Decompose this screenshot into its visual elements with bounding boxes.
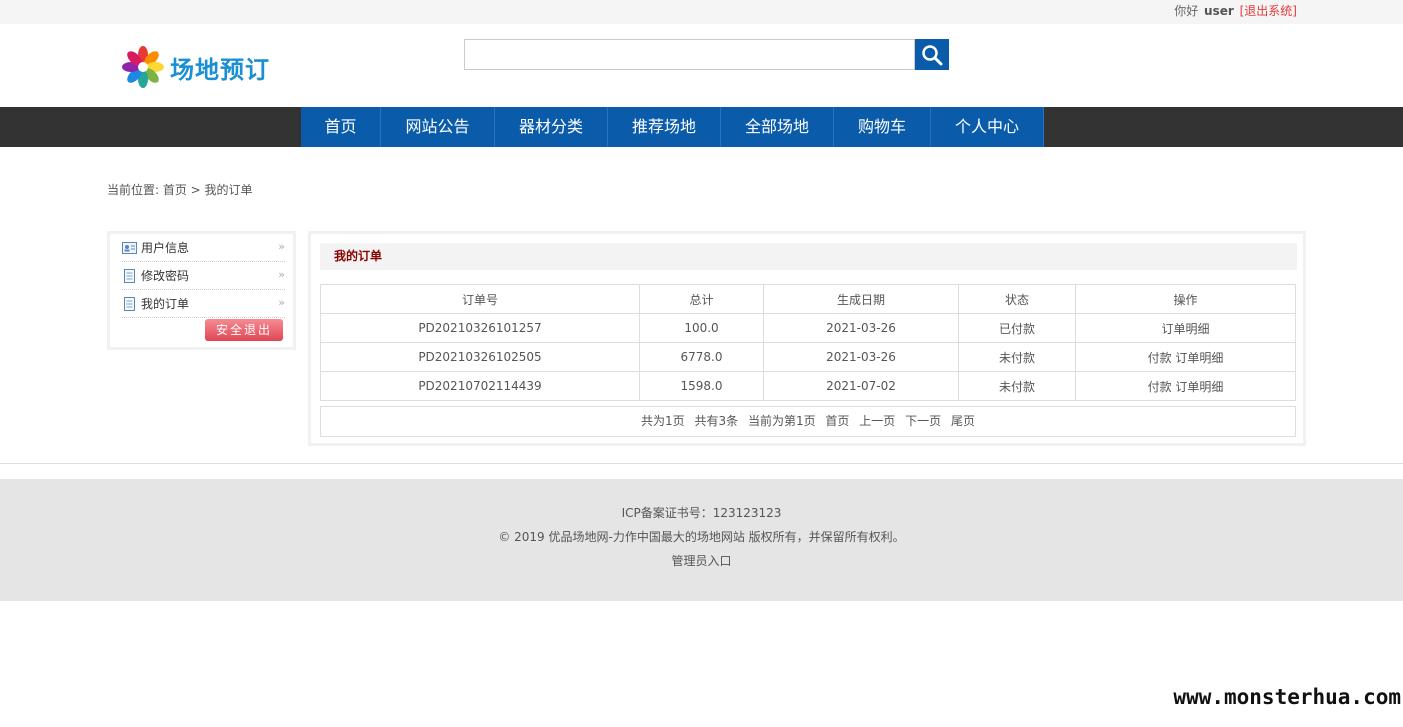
nav-home[interactable]: 首页 (301, 107, 381, 147)
logout-link[interactable]: [退出系统] (1240, 4, 1297, 18)
search-input[interactable] (464, 39, 915, 70)
nav-personal-center[interactable]: 个人中心 (931, 107, 1044, 147)
table-row: PD20210326102505 6778.0 2021-03-26 未付款 付… (320, 342, 1296, 372)
pay-link[interactable]: 付款 (1148, 380, 1172, 394)
order-status: 未付款 (958, 342, 1076, 372)
pager-current-page: 当前为第1页 (747, 414, 816, 428)
sidebar-item-user-info[interactable]: 用户信息 » (122, 234, 285, 262)
header: 场地预订 (0, 24, 1403, 107)
pager-total-items: 共有3条 (694, 414, 739, 428)
footer: ICP备案证书号：123123123 © 2019 优品场地网-力作中国最大的场… (0, 479, 1403, 601)
user-greeting: 你好 user [退出系统] (1174, 2, 1297, 19)
table-row: PD20210702114439 1598.0 2021-07-02 未付款 付… (320, 371, 1296, 401)
pagination: 共为1页 共有3条 当前为第1页 首页 上一页 下一页 尾页 (320, 406, 1296, 437)
admin-link[interactable]: 管理员入口 (671, 554, 731, 568)
pay-link[interactable]: 付款 (1148, 351, 1172, 365)
column-header: 状态 (958, 284, 1076, 314)
divider (0, 463, 1403, 464)
order-id: PD20210702114439 (320, 371, 640, 401)
sidebar-item-my-orders[interactable]: 我的订单 » (122, 290, 285, 318)
double-chevron-right-icon: » (278, 240, 285, 253)
pager-total-pages: 共为1页 (641, 414, 685, 428)
document-icon (124, 296, 135, 311)
secure-logout-button[interactable]: 安全退出 (205, 319, 283, 341)
nav-cart[interactable]: 购物车 (834, 107, 931, 147)
orders-panel: 我的订单 订单号 总计 生成日期 状态 操作 PD20210326101257 … (308, 231, 1306, 446)
order-date: 2021-07-02 (763, 371, 959, 401)
flower-logo-icon (122, 46, 164, 88)
order-total: 1598.0 (639, 371, 764, 401)
greeting-text: 你好 (1174, 4, 1199, 18)
watermark: www.monsterhua.com (1173, 685, 1401, 709)
nav-recommended-venues[interactable]: 推荐场地 (608, 107, 721, 147)
column-header: 总计 (639, 284, 764, 314)
order-id: PD20210326102505 (320, 342, 640, 372)
nav-equipment-categories[interactable]: 器材分类 (495, 107, 608, 147)
panel-title: 我的订单 (320, 243, 1297, 270)
user-card-icon (122, 241, 137, 254)
document-icon (124, 268, 135, 283)
sidebar-item-label: 我的订单 (141, 297, 190, 311)
order-actions: 订单明细 (1075, 313, 1296, 343)
site-logo[interactable]: 场地预订 (120, 44, 270, 90)
order-status: 未付款 (958, 371, 1076, 401)
order-id: PD20210326101257 (320, 313, 640, 343)
user-sidebar: 用户信息 » 修改密码 » 我的订单 » 安全退出 (107, 231, 296, 350)
column-header: 生成日期 (763, 284, 959, 314)
order-date: 2021-03-26 (763, 342, 959, 372)
column-header: 订单号 (320, 284, 640, 314)
column-header: 操作 (1075, 284, 1296, 314)
sidebar-item-change-password[interactable]: 修改密码 » (122, 262, 285, 290)
double-chevron-right-icon: » (278, 268, 285, 281)
sidebar-item-label: 修改密码 (141, 269, 190, 283)
site-title: 场地预订 (170, 54, 270, 84)
order-detail-link[interactable]: 订单明细 (1175, 351, 1223, 365)
sidebar-item-label: 用户信息 (141, 241, 190, 255)
pager-next-link[interactable]: 下一页 (905, 414, 941, 428)
orders-table: 订单号 总计 生成日期 状态 操作 PD20210326101257 100.0… (320, 284, 1296, 401)
order-detail-link[interactable]: 订单明细 (1175, 380, 1223, 394)
pager-last-link[interactable]: 尾页 (951, 414, 975, 428)
nav-all-venues[interactable]: 全部场地 (721, 107, 834, 147)
search-button[interactable] (915, 39, 949, 70)
copyright-text: © 2019 优品场地网-力作中国最大的场地网站 版权所有，并保留所有权利。 (498, 530, 905, 544)
nav-announcements[interactable]: 网站公告 (381, 107, 495, 147)
icp-number: ICP备案证书号：123123123 (621, 506, 782, 520)
order-total: 6778.0 (639, 342, 764, 372)
double-chevron-right-icon: » (278, 296, 285, 309)
order-status: 已付款 (958, 313, 1076, 343)
pager-first-link[interactable]: 首页 (825, 414, 849, 428)
table-header-row: 订单号 总计 生成日期 状态 操作 (320, 284, 1296, 314)
main-nav: 首页 网站公告 器材分类 推荐场地 全部场地 购物车 个人中心 (0, 107, 1403, 147)
table-row: PD20210326101257 100.0 2021-03-26 已付款 订单… (320, 313, 1296, 343)
order-actions: 付款 订单明细 (1075, 342, 1296, 372)
breadcrumb: 当前位置: 首页 > 我的订单 (107, 183, 253, 197)
search-icon (922, 44, 943, 65)
order-detail-link[interactable]: 订单明细 (1161, 322, 1209, 336)
pager-prev-link[interactable]: 上一页 (859, 414, 895, 428)
order-date: 2021-03-26 (763, 313, 959, 343)
top-bar: 你好 user [退出系统] (0, 0, 1403, 24)
search-bar (464, 39, 949, 70)
admin-entry-link: 管理员入口 (0, 552, 1403, 569)
order-actions: 付款 订单明细 (1075, 371, 1296, 401)
order-total: 100.0 (639, 313, 764, 343)
username: user (1204, 4, 1234, 18)
